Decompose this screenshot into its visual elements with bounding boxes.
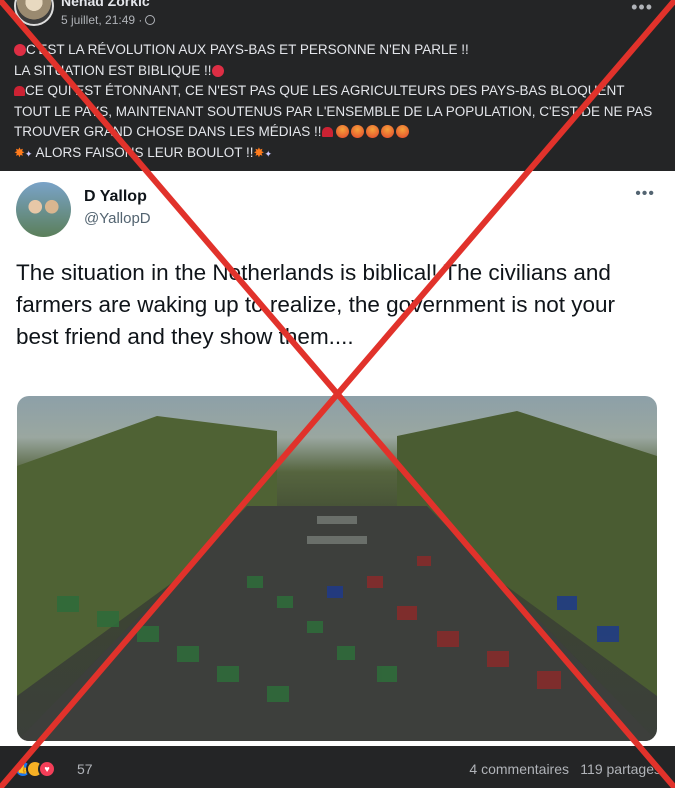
post-line-3: CE QUI EST ÉTONNANT, CE N'EST PAS QUE LE… xyxy=(14,81,664,102)
tractor-protest-photo xyxy=(17,396,657,741)
sparkle-icon: ✦ xyxy=(264,148,272,159)
post-meta: 5 juillet, 21:49 · xyxy=(61,13,156,27)
post-date[interactable]: 5 juillet, 21:49 · xyxy=(61,13,142,27)
red-circle-icon xyxy=(211,64,224,77)
post-header: Nenad Zorkic 5 juillet, 21:49 · ••• xyxy=(0,0,675,36)
siren-icon xyxy=(321,127,333,137)
post-line-2: LA SITUATION EST BIBLIQUE !! xyxy=(14,61,664,82)
post-line-5-text: TROUVER GRAND CHOSE DANS LES MÉDIAS !! xyxy=(14,124,322,139)
post-footer: 👍 ♥ 57 4 commentaires 119 partages xyxy=(0,746,675,788)
author-avatar[interactable] xyxy=(14,0,54,26)
love-icon: ♥ xyxy=(38,760,56,778)
angry-face-icon xyxy=(381,125,395,138)
tweet-more-icon: ••• xyxy=(635,185,655,202)
post-line-1-text: C'EST LA RÉVOLUTION AUX PAYS-BAS ET PERS… xyxy=(26,42,469,57)
angry-face-icon xyxy=(396,125,410,138)
angry-face-icon xyxy=(351,125,365,138)
tweet-avatar xyxy=(16,182,71,237)
author-name[interactable]: Nenad Zorkic xyxy=(61,0,150,9)
reaction-count[interactable]: 57 xyxy=(77,761,93,777)
tweet-text: The situation in the Netherlands is bibl… xyxy=(16,260,616,349)
siren-icon xyxy=(14,86,25,96)
post-line-4-text: TOUT LE PAYS, MAINTENANT SOUTENUS PAR L'… xyxy=(14,103,653,119)
comments-count[interactable]: 4 commentaires xyxy=(469,761,569,777)
post-line-1: C'EST LA RÉVOLUTION AUX PAYS-BAS ET PERS… xyxy=(14,40,664,61)
post-line-5: TROUVER GRAND CHOSE DANS LES MÉDIAS !! xyxy=(14,122,664,143)
post-text: C'EST LA RÉVOLUTION AUX PAYS-BAS ET PERS… xyxy=(14,40,664,164)
angry-face-icon xyxy=(336,125,350,138)
shares-count[interactable]: 119 partages xyxy=(580,761,661,777)
post-line-3-text: CE QUI EST ÉTONNANT, CE N'EST PAS QUE LE… xyxy=(25,83,625,98)
tweet-author-handle: @YallopD xyxy=(84,210,151,227)
photo-illustration xyxy=(17,411,657,741)
collision-icon: ✸ xyxy=(14,144,25,160)
post-line-2-text: LA SITUATION EST BIBLIQUE !! xyxy=(14,62,212,78)
post-line-6: ✸✦ ALORS FAISONS LEUR BOULOT !!✸✦ xyxy=(14,143,664,165)
post-line-4: TOUT LE PAYS, MAINTENANT SOUTENUS PAR L'… xyxy=(14,102,664,123)
post-line-6-text: ALORS FAISONS LEUR BOULOT !! xyxy=(35,144,254,160)
red-circle-icon xyxy=(14,44,26,56)
angry-face-icon xyxy=(366,125,380,138)
tweet-author-name: D Yallop xyxy=(84,188,147,205)
globe-icon xyxy=(145,15,156,25)
sparkle-icon: ✦ xyxy=(24,148,33,159)
tweet-screenshot[interactable]: D Yallop @YallopD ••• The situation in t… xyxy=(0,171,675,746)
post-more-button[interactable]: ••• xyxy=(631,0,653,16)
collision-icon: ✸ xyxy=(253,144,265,160)
